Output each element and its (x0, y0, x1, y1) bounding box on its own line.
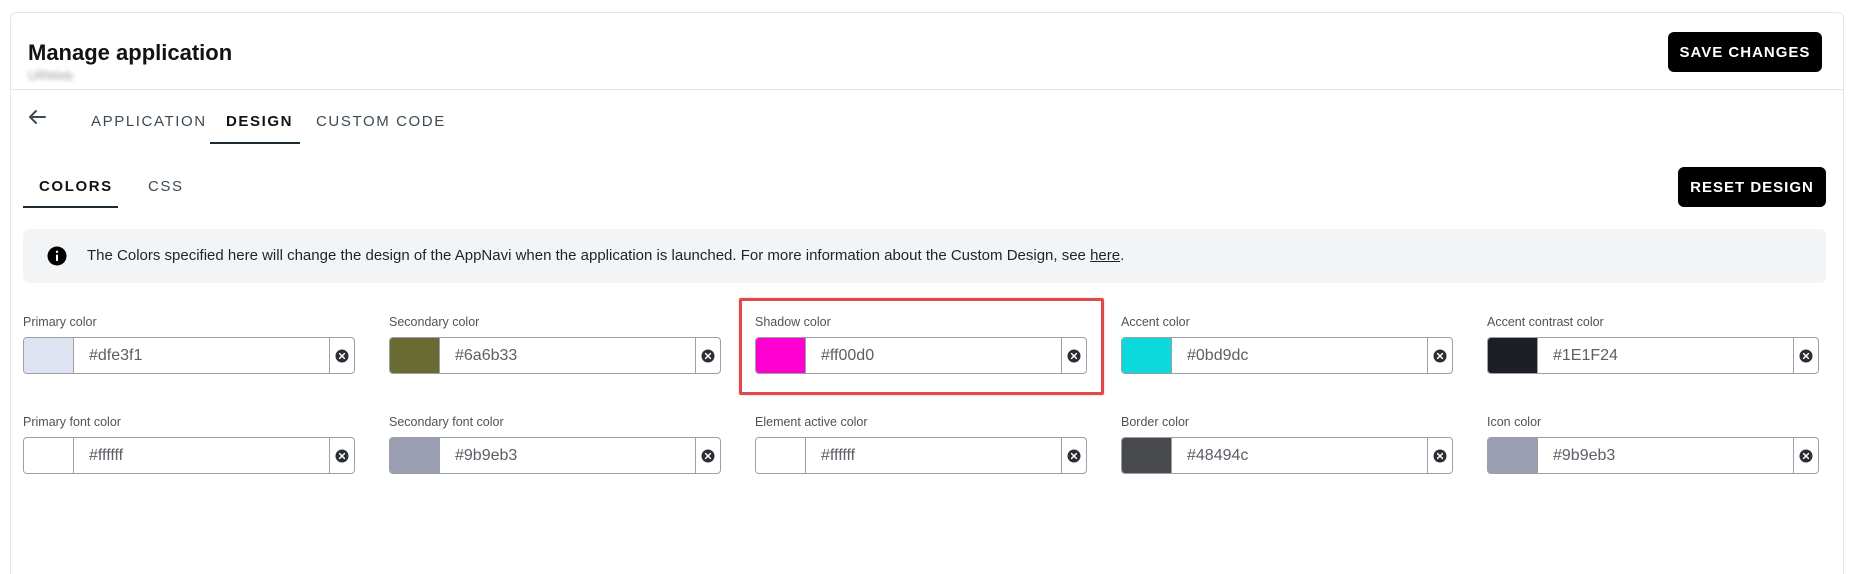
border-color-label: Border color (1121, 415, 1190, 429)
border-color-swatch[interactable] (1122, 438, 1172, 473)
secondary-color-swatch[interactable] (390, 338, 440, 373)
info-suffix: . (1120, 247, 1125, 264)
tab-custom-code[interactable]: CUSTOM CODE (316, 113, 446, 130)
clear-circle-icon[interactable] (695, 438, 720, 473)
tab-css[interactable]: CSS (148, 178, 184, 195)
shadow-color-input[interactable] (806, 338, 1061, 373)
secondary-font-color-field (389, 437, 721, 474)
primary-color-swatch[interactable] (24, 338, 74, 373)
info-link-here[interactable]: here (1090, 247, 1120, 264)
manage-application-card: Manage application URWeb SAVE CHANGES (10, 12, 1844, 574)
secondary-color-field (389, 337, 721, 374)
shadow-color-field (755, 337, 1087, 374)
icon-color-swatch[interactable] (1488, 438, 1538, 473)
primary-color-field (23, 337, 355, 374)
border-color-input[interactable] (1172, 438, 1427, 473)
clear-circle-icon[interactable] (1793, 438, 1818, 473)
accent-color-swatch[interactable] (1122, 338, 1172, 373)
clear-circle-icon[interactable] (1061, 438, 1086, 473)
element-active-color-label: Element active color (755, 415, 868, 429)
clear-circle-icon[interactable] (329, 338, 354, 373)
secondary-color-label: Secondary color (389, 315, 480, 329)
secondary-font-color-swatch[interactable] (390, 438, 440, 473)
primary-font-color-swatch[interactable] (24, 438, 74, 473)
primary-font-color-label: Primary font color (23, 415, 121, 429)
element-active-color-field (755, 437, 1087, 474)
primary-font-color-input[interactable] (74, 438, 329, 473)
accent-contrast-color-swatch[interactable] (1488, 338, 1538, 373)
border-color-field (1121, 437, 1453, 474)
tab-colors-underline (23, 206, 118, 208)
icon-color-input[interactable] (1538, 438, 1793, 473)
accent-contrast-color-field (1487, 337, 1819, 374)
clear-circle-icon[interactable] (1061, 338, 1086, 373)
tab-application[interactable]: APPLICATION (91, 113, 207, 130)
save-changes-button[interactable]: SAVE CHANGES (1668, 32, 1822, 72)
tab-colors[interactable]: COLORS (39, 178, 113, 195)
info-text: The Colors specified here will change th… (87, 247, 1124, 264)
clear-circle-icon[interactable] (329, 438, 354, 473)
shadow-color-label: Shadow color (755, 315, 831, 329)
primary-font-color-field (23, 437, 355, 474)
clear-circle-icon[interactable] (695, 338, 720, 373)
accent-contrast-color-label: Accent contrast color (1487, 315, 1604, 329)
arrow-left-icon[interactable] (24, 104, 50, 130)
page-header: Manage application URWeb SAVE CHANGES (11, 13, 1843, 90)
primary-color-label: Primary color (23, 315, 97, 329)
info-circle-icon (47, 246, 67, 266)
secondary-font-color-label: Secondary font color (389, 415, 504, 429)
page-subtitle: URWeb (28, 68, 74, 83)
secondary-color-input[interactable] (440, 338, 695, 373)
icon-color-label: Icon color (1487, 415, 1542, 429)
clear-circle-icon[interactable] (1793, 338, 1818, 373)
clear-circle-icon[interactable] (1427, 438, 1452, 473)
page-title: Manage application (28, 40, 233, 65)
clear-circle-icon[interactable] (1427, 338, 1452, 373)
shadow-color-swatch[interactable] (756, 338, 806, 373)
primary-color-input[interactable] (74, 338, 329, 373)
element-active-color-input[interactable] (806, 438, 1061, 473)
accent-contrast-color-input[interactable] (1538, 338, 1793, 373)
reset-design-button[interactable]: RESET DESIGN (1678, 167, 1826, 207)
info-banner: The Colors specified here will change th… (23, 229, 1826, 283)
icon-color-field (1487, 437, 1819, 474)
accent-color-input[interactable] (1172, 338, 1427, 373)
tab-design[interactable]: DESIGN (226, 113, 293, 130)
secondary-font-color-input[interactable] (440, 438, 695, 473)
info-message: The Colors specified here will change th… (87, 247, 1091, 264)
accent-color-label: Accent color (1121, 315, 1190, 329)
accent-color-field (1121, 337, 1453, 374)
element-active-color-swatch[interactable] (756, 438, 806, 473)
tab-design-underline (210, 142, 300, 144)
